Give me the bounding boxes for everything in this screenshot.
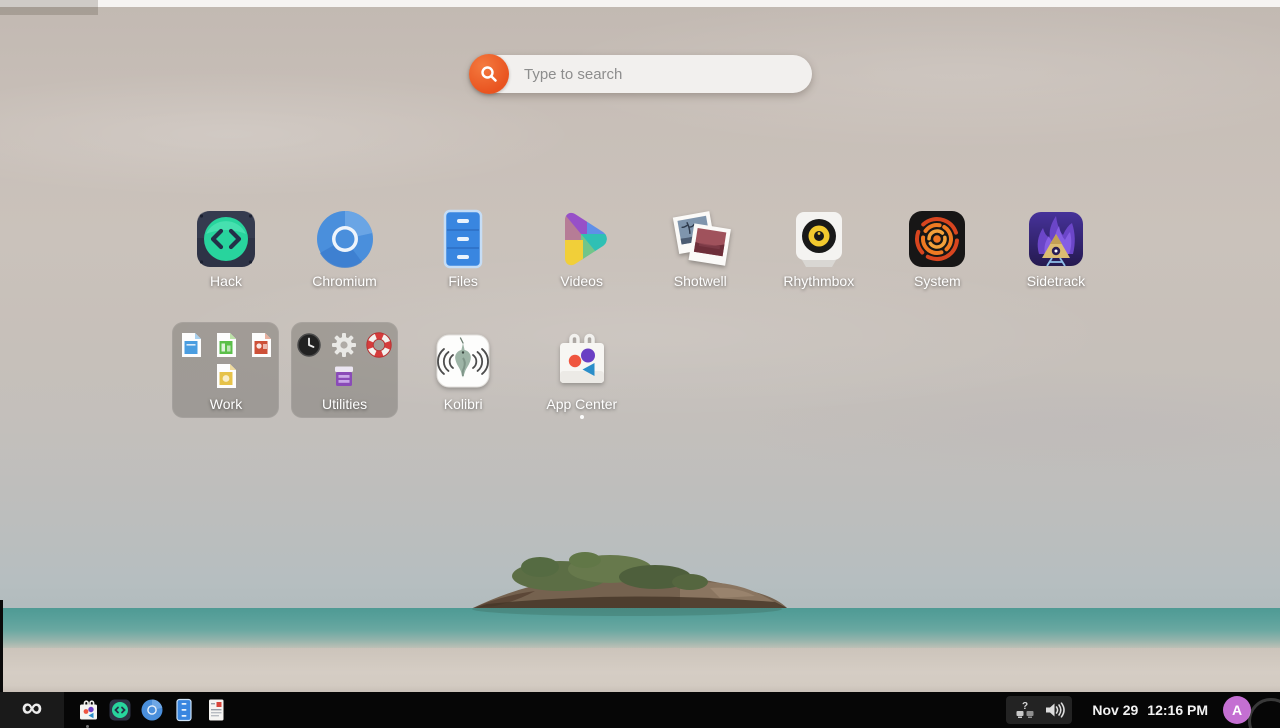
chromium-taskbar-icon[interactable] — [140, 698, 164, 722]
calc-doc-icon — [213, 332, 239, 358]
chromium-icon — [314, 208, 376, 270]
network-unknown-icon: ? — [1014, 699, 1036, 721]
endless-menu-button[interactable]: ∞ — [0, 692, 64, 728]
files-icon — [432, 208, 494, 270]
draw-doc-icon — [213, 363, 239, 389]
folder-work[interactable]: Work — [171, 320, 281, 425]
app-label: Sidetrack — [1001, 273, 1111, 289]
search-bar[interactable] — [470, 55, 812, 93]
app-label: Files — [408, 273, 518, 289]
app-system[interactable]: System — [882, 208, 992, 298]
document-taskbar-icon[interactable] — [204, 698, 228, 722]
clock-date: Nov 29 — [1092, 702, 1138, 718]
left-edge-artifact — [0, 600, 3, 692]
avatar-initial: A — [1232, 702, 1242, 718]
app-grid-row-2: Work — [171, 320, 1111, 425]
top-frame-strip — [0, 0, 1280, 7]
app-hack[interactable]: Hack — [171, 208, 281, 298]
app-center-taskbar-icon[interactable] — [76, 698, 100, 722]
sidetrack-icon — [1025, 208, 1087, 270]
folder-utilities[interactable]: Utilities — [290, 320, 400, 425]
wallpaper-beach — [0, 648, 1280, 692]
search-input[interactable] — [524, 55, 794, 93]
folder-label: Utilities — [290, 396, 400, 412]
writer-doc-icon — [178, 332, 204, 358]
files-taskbar-icon[interactable] — [172, 698, 196, 722]
clock-icon — [296, 332, 322, 358]
app-shotwell[interactable]: Shotwell — [645, 208, 755, 298]
app-chromium[interactable]: Chromium — [290, 208, 400, 298]
app-center-icon — [553, 330, 611, 395]
app-label: Hack — [171, 273, 281, 289]
desktop-screen: Hack Chromium — [0, 0, 1280, 728]
volume-icon — [1043, 699, 1065, 721]
impress-doc-icon — [248, 332, 274, 358]
top-left-tab-artifact — [0, 0, 98, 15]
app-kolibri[interactable]: Kolibri — [408, 320, 518, 425]
gear-icon — [331, 332, 357, 358]
app-label: System — [882, 273, 992, 289]
lifebuoy-icon — [366, 332, 392, 358]
hack-icon — [195, 208, 257, 270]
clock-time: 12:16 PM — [1147, 702, 1208, 718]
user-avatar[interactable]: A — [1223, 696, 1251, 724]
system-icon — [906, 208, 968, 270]
app-label: Kolibri — [408, 396, 518, 412]
videos-icon — [551, 208, 613, 270]
hack-taskbar-icon[interactable] — [108, 698, 132, 722]
app-rhythmbox[interactable]: Rhythmbox — [764, 208, 874, 298]
app-label: App Center — [527, 396, 637, 412]
clock[interactable]: Nov 29 12:16 PM — [1092, 692, 1208, 728]
kolibri-icon — [436, 334, 490, 393]
svg-text:?: ? — [1021, 701, 1027, 712]
app-label: Shotwell — [645, 273, 755, 289]
app-label: Rhythmbox — [764, 273, 874, 289]
wallpaper-island — [455, 538, 795, 618]
endless-infinity-logo-icon: ∞ — [22, 694, 43, 723]
new-app-indicator-dot — [580, 415, 584, 419]
archive-icon — [331, 363, 357, 389]
search-icon — [469, 54, 509, 94]
app-label: Chromium — [290, 273, 400, 289]
folder-label: Work — [171, 396, 281, 412]
system-tray[interactable]: ? — [1006, 696, 1072, 724]
app-files[interactable]: Files — [408, 208, 518, 298]
app-grid-row-1: Hack Chromium — [171, 208, 1111, 298]
app-videos[interactable]: Videos — [527, 208, 637, 298]
rhythmbox-icon — [788, 208, 850, 270]
app-sidetrack[interactable]: Sidetrack — [1001, 208, 1111, 298]
app-label: Videos — [527, 273, 637, 289]
taskbar-app-icons — [76, 692, 228, 728]
app-app-center[interactable]: App Center — [527, 320, 637, 425]
taskbar: ∞ — [0, 692, 1280, 728]
shotwell-icon — [669, 208, 731, 270]
